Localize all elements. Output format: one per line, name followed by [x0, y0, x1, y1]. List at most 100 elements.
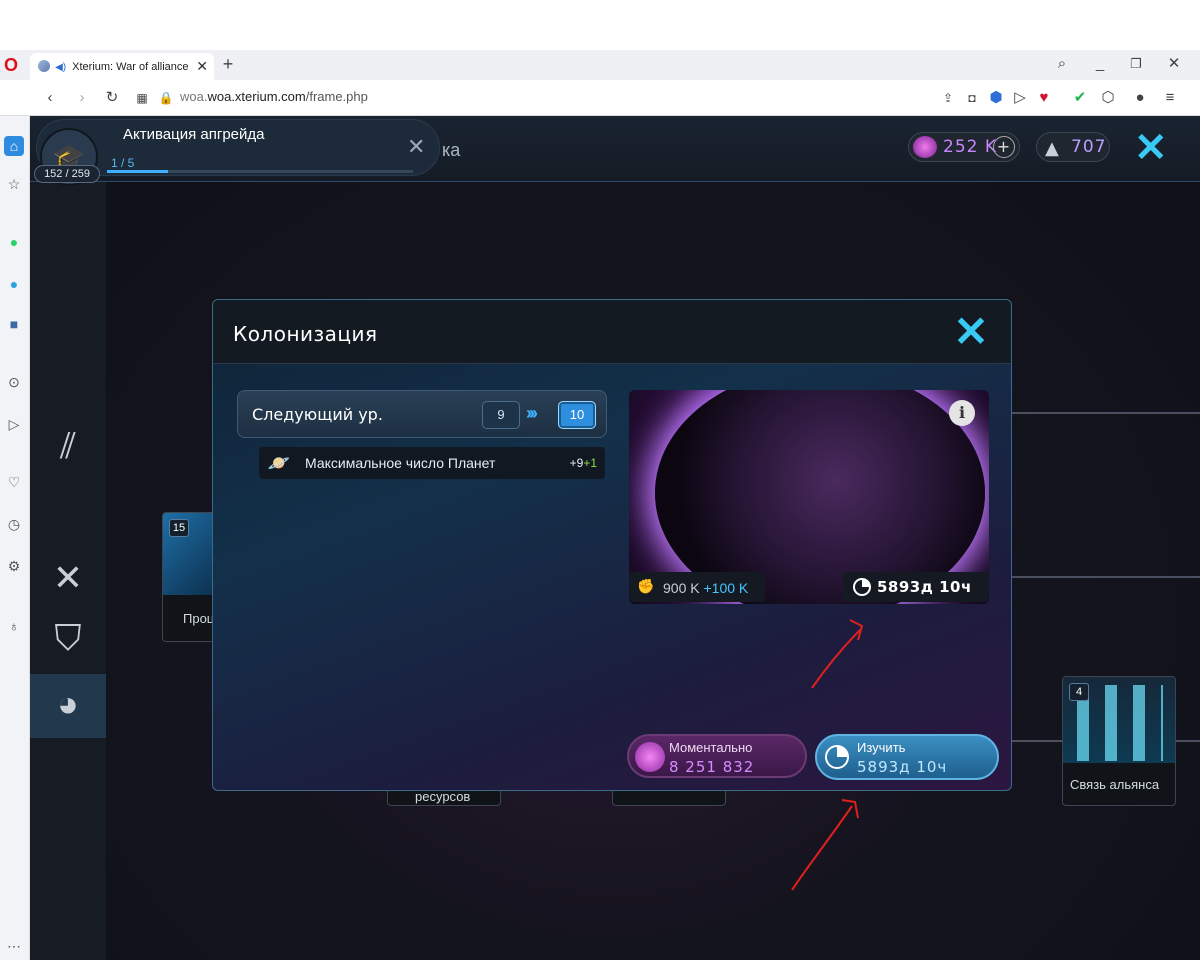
whatsapp-icon[interactable]: ● — [4, 232, 24, 252]
circuit-line — [1010, 576, 1200, 578]
card-badge: 15 — [169, 519, 189, 537]
info-icon[interactable]: i — [949, 400, 975, 426]
card-label: ресурсов — [415, 789, 471, 804]
defense-shield-icon[interactable]: ⛉ — [36, 608, 100, 668]
profile-avatar-icon[interactable]: ● — [1130, 88, 1150, 108]
fist-icon: ✊ — [637, 578, 655, 594]
heart-icon[interactable]: ♥ — [1034, 88, 1054, 108]
economy-pie-icon[interactable]: ◕ — [30, 674, 106, 738]
minimize-icon[interactable]: _ — [1090, 54, 1110, 74]
flow-icon[interactable]: ▷ — [1010, 88, 1030, 108]
back-icon[interactable]: ‹ — [40, 88, 60, 108]
restore-icon[interactable]: ❐ — [1126, 54, 1146, 74]
search-tabs-icon[interactable]: ⌕ — [1052, 54, 1072, 74]
flow-side-icon[interactable]: ▷ — [4, 414, 24, 434]
dialog-close-icon[interactable]: ✕ — [951, 311, 991, 354]
url-path: /frame.php — [305, 89, 368, 104]
instant-value: 8 251 832 — [669, 758, 755, 776]
tips-bulb-icon[interactable]: ♁ — [4, 616, 24, 636]
bonus-value: +9+1 — [570, 456, 597, 470]
vk-icon[interactable]: ■ — [4, 314, 24, 334]
dialog-title: Колонизация — [233, 322, 378, 346]
upgrade-title: Активация апгрейда — [123, 126, 265, 143]
reload-icon[interactable]: ↻ — [102, 88, 122, 108]
gems-counter[interactable]: 252 K + — [908, 132, 1020, 162]
instant-button[interactable]: Моментально 8 251 832 — [627, 734, 807, 778]
close-window-icon[interactable]: ✕ — [1164, 54, 1184, 74]
home-icon[interactable]: ⌂ — [4, 136, 24, 156]
opera-logo[interactable]: O — [4, 56, 22, 74]
card-badge: 4 — [1069, 683, 1089, 701]
level-arrows-icon: ››› — [526, 403, 538, 423]
study-label: Изучить — [857, 740, 906, 755]
easy-setup-icon[interactable]: ≡ — [1160, 88, 1180, 108]
bonus-increment: +1 — [583, 456, 597, 470]
adblock-shield-icon[interactable]: ⬢ — [986, 88, 1006, 108]
colonization-artwork: i ✊ 900 K +100 K 5893д 10ч — [629, 390, 989, 604]
cost-base: 900 K — [663, 580, 700, 596]
card-label: Связь альянса — [1070, 777, 1160, 792]
time-value: 5893д 10ч — [877, 578, 972, 596]
instant-label: Моментально — [669, 740, 753, 755]
speed-dial-icon[interactable]: ▦ — [132, 88, 152, 108]
opera-sidebar: ⌂ ☆ ● ● ■ ⊙ ▷ ♡ ◷ ⚙ ♁ ⋯ — [0, 116, 30, 960]
lock-icon[interactable]: 🔒 — [156, 88, 176, 108]
colonization-dialog: Колонизация ✕ Следующий ур. 9 ››› 10 🪐 М… — [212, 299, 1012, 791]
site-favicon-icon — [38, 60, 50, 72]
upgrade-count: 152 / 259 — [34, 165, 100, 183]
tab-close-icon[interactable]: ✕ — [196, 58, 208, 75]
bonus-label: Максимальное число Планет — [305, 455, 496, 471]
dialog-header: Колонизация ✕ — [213, 300, 1011, 364]
planet-icon: 🪐 — [267, 453, 291, 473]
upgrade-progress-fill — [107, 170, 169, 173]
forward-icon[interactable]: › — [72, 88, 92, 108]
game-left-rail: ⫽ ✕ ⛉ ◕ — [30, 182, 106, 960]
tech-card-alliance[interactable]: 4 Связь альянса — [1062, 676, 1176, 806]
study-value: 5893д 10ч — [857, 758, 948, 776]
bonus-base: +9 — [569, 456, 584, 470]
share-icon[interactable]: ⇪ — [938, 88, 958, 108]
gem-icon — [913, 136, 937, 158]
research-flasks-icon[interactable]: ⫽ — [36, 416, 100, 476]
bookmarks-star-icon[interactable]: ☆ — [4, 174, 24, 194]
extensions-cube-icon[interactable]: ⬡ — [1098, 88, 1118, 108]
gems-value: 252 K — [943, 137, 997, 157]
add-gems-icon[interactable]: + — [993, 136, 1015, 158]
gem-icon — [635, 742, 665, 772]
timer-icon — [825, 745, 849, 769]
upgrade-progress-text: 1 / 5 — [111, 156, 135, 170]
study-button[interactable]: Изучить 5893д 10ч — [815, 734, 999, 780]
history-clock-icon[interactable]: ◷ — [4, 514, 24, 534]
flask-icon: ▲ — [1045, 138, 1060, 159]
tab-xterium[interactable]: ◀) Xterium: War of alliance ✕ — [30, 53, 214, 80]
time-box: 5893д 10ч — [843, 572, 989, 602]
battle-swords-icon[interactable]: ✕ — [36, 548, 100, 608]
bonus-row: 🪐 Максимальное число Планет +9+1 — [259, 447, 605, 479]
next-level-panel: Следующий ур. 9 ››› 10 — [237, 390, 607, 438]
cost-value: 900 K +100 K — [663, 580, 748, 596]
player-icon[interactable]: ⊙ — [4, 372, 24, 392]
card-label: Проц — [183, 611, 215, 626]
sidebar-more-icon[interactable]: ⋯ — [4, 936, 24, 956]
url-domain: woa.xterium.com — [207, 89, 306, 104]
settings-gear-icon[interactable]: ⚙ — [4, 556, 24, 576]
favorites-heart-icon[interactable]: ♡ — [4, 472, 24, 492]
flasks-value: 707 — [1071, 137, 1107, 157]
telegram-icon[interactable]: ● — [4, 274, 24, 294]
upgrade-progress-track — [107, 170, 413, 173]
vpn-check-icon[interactable]: ✔ — [1070, 88, 1090, 108]
address-bar: ‹ › ↻ ▦ 🔒 woa.woa.xterium.com/frame.php … — [0, 80, 1200, 116]
url-text[interactable]: woa.woa.xterium.com/frame.php — [180, 89, 368, 104]
cost-increment: +100 K — [703, 580, 749, 596]
snapshot-icon[interactable]: ◘ — [962, 88, 982, 108]
flasks-counter[interactable]: ▲ 707 — [1036, 132, 1110, 162]
tab-title: Xterium: War of alliance — [72, 61, 189, 73]
card-art-tubes — [1077, 685, 1163, 761]
game-close-icon[interactable]: ✕ — [1134, 128, 1168, 168]
audio-playing-icon[interactable]: ◀) — [55, 62, 66, 73]
upgrade-close-icon[interactable]: ✕ — [407, 134, 425, 160]
timer-icon — [853, 578, 871, 596]
screen-top-blank — [0, 0, 1200, 50]
new-tab-icon[interactable]: + — [218, 54, 238, 74]
tab-bar: O ◀) Xterium: War of alliance ✕ + ⌕ _ ❐ … — [0, 50, 1200, 80]
